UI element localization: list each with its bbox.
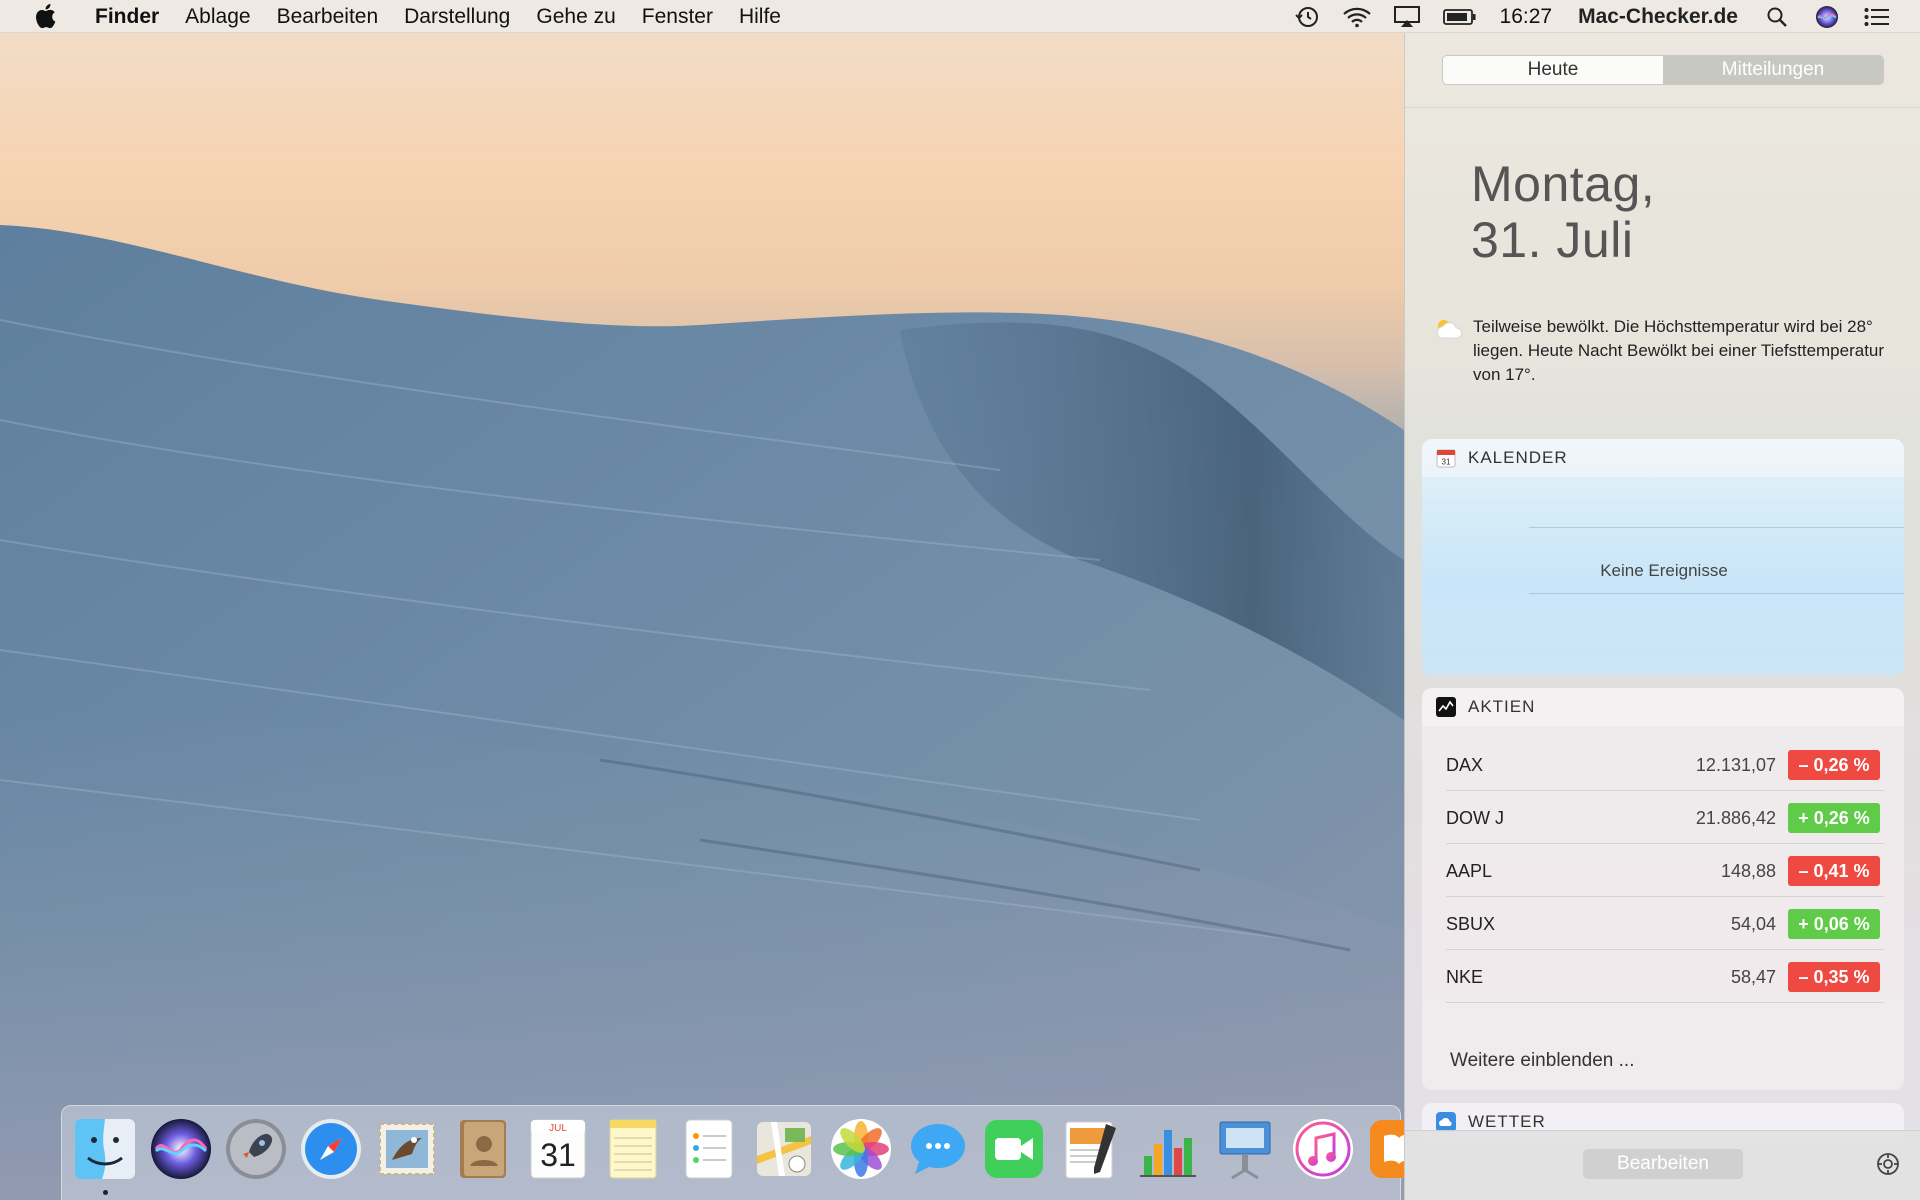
- stock-symbol: SBUX: [1446, 914, 1496, 934]
- siri-icon[interactable]: [148, 1116, 214, 1182]
- calendar-divider: [1529, 527, 1904, 528]
- contacts-icon[interactable]: [450, 1116, 516, 1182]
- stocks-list: DAX 12.131,07 – 0,26 % DOW J 21.886,42 +…: [1422, 726, 1904, 1003]
- stock-row[interactable]: SBUX 54,04 + 0,06 %: [1446, 897, 1884, 950]
- stocks-widget-title: AKTIEN: [1468, 697, 1536, 716]
- stock-symbol: AAPL: [1446, 861, 1493, 881]
- edit-button[interactable]: Bearbeiten: [1583, 1149, 1743, 1179]
- calendar-widget-title: KALENDER: [1468, 448, 1568, 467]
- menu-fenster[interactable]: Fenster: [629, 0, 726, 33]
- stock-row[interactable]: DOW J 21.886,42 + 0,26 %: [1446, 791, 1884, 844]
- menu-account-name[interactable]: Mac-Checker.de: [1578, 5, 1738, 29]
- tab-mitteilungen[interactable]: Mitteilungen: [1663, 56, 1883, 84]
- battery-icon[interactable]: [1442, 4, 1478, 30]
- messages-icon[interactable]: [905, 1116, 971, 1182]
- stock-change-badge[interactable]: – 0,26 %: [1788, 750, 1880, 780]
- spotlight-icon[interactable]: [1762, 4, 1792, 30]
- stock-price: 148,88: [1720, 861, 1776, 881]
- stock-change-badge[interactable]: + 0,06 %: [1788, 909, 1880, 939]
- calendar-month-label: JUL: [549, 1123, 567, 1134]
- date-weekday: Montag,: [1471, 156, 1656, 212]
- stock-change-badge[interactable]: + 0,26 %: [1788, 803, 1880, 833]
- menu-gehe-zu[interactable]: Gehe zu: [523, 0, 628, 33]
- stock-change-badge[interactable]: – 0,41 %: [1788, 856, 1880, 886]
- notes-icon[interactable]: [600, 1116, 666, 1182]
- stock-price: 54,04: [1730, 914, 1776, 934]
- launchpad-icon[interactable]: [223, 1116, 289, 1182]
- stock-row[interactable]: DAX 12.131,07 – 0,26 %: [1446, 738, 1884, 791]
- menu-app-name[interactable]: Finder: [82, 0, 172, 33]
- photos-icon[interactable]: [828, 1116, 894, 1182]
- stock-row[interactable]: AAPL 148,88 – 0,41 %: [1446, 844, 1884, 897]
- stock-row[interactable]: NKE 58,47 – 0,35 %: [1446, 950, 1884, 1003]
- menu-bearbeiten[interactable]: Bearbeiten: [264, 0, 392, 33]
- time-machine-icon[interactable]: [1292, 4, 1322, 30]
- siri-icon[interactable]: [1812, 4, 1842, 30]
- stock-price: 21.886,42: [1695, 808, 1776, 828]
- stock-price: 58,47: [1730, 967, 1776, 987]
- pages-icon[interactable]: [1058, 1116, 1124, 1182]
- menu-clock[interactable]: 16:27: [1500, 5, 1553, 29]
- stock-symbol: DOW J: [1446, 808, 1504, 828]
- keynote-icon[interactable]: [1212, 1116, 1278, 1182]
- header-divider: [1405, 107, 1920, 108]
- calendar-widget-body: Keine Ereignisse: [1422, 477, 1904, 675]
- tab-heute[interactable]: Heute: [1443, 56, 1663, 84]
- weather-summary: Teilweise bewölkt. Die Höchsttemperatur …: [1473, 317, 1885, 384]
- facetime-icon[interactable]: [981, 1116, 1047, 1182]
- notification-center-icon[interactable]: [1862, 4, 1892, 30]
- menu-ablage[interactable]: Ablage: [172, 0, 263, 33]
- wifi-icon[interactable]: [1342, 4, 1372, 30]
- mail-icon[interactable]: [374, 1116, 440, 1182]
- stock-price: 12.131,07: [1695, 755, 1776, 775]
- menu-darstellung[interactable]: Darstellung: [391, 0, 523, 33]
- today-notifications-segmented-control: Heute Mitteilungen: [1442, 55, 1884, 85]
- notification-center-footer: Bearbeiten: [1405, 1130, 1920, 1200]
- calendar-divider: [1529, 593, 1904, 594]
- date-day-month: 31. Juli: [1471, 212, 1634, 268]
- calendar-empty-text: Keine Ereignisse: [1600, 561, 1728, 580]
- airplay-icon[interactable]: [1392, 4, 1422, 30]
- svg-text:31: 31: [1442, 458, 1451, 467]
- weather-widget-title: WETTER: [1468, 1112, 1546, 1131]
- weather-app-icon: [1436, 1112, 1456, 1132]
- apple-logo-icon[interactable]: [28, 3, 62, 29]
- stocks-icon: [1436, 697, 1456, 717]
- calendar-icon: 31: [1436, 448, 1456, 468]
- settings-gear-icon[interactable]: [1875, 1151, 1901, 1177]
- menu-hilfe[interactable]: Hilfe: [726, 0, 794, 33]
- calendar-icon[interactable]: JUL 31: [525, 1116, 591, 1182]
- stocks-widget-header[interactable]: AKTIEN: [1422, 688, 1904, 726]
- stock-symbol: NKE: [1446, 967, 1484, 987]
- ibooks-icon[interactable]: [1366, 1116, 1404, 1182]
- partly-cloudy-icon: [1433, 316, 1465, 342]
- numbers-icon[interactable]: [1134, 1116, 1200, 1182]
- notification-center-panel: Heute Mitteilungen Montag, 31. Juli Teil…: [1404, 33, 1920, 1200]
- finder-running-indicator: [103, 1190, 108, 1195]
- calendar-day-label: 31: [540, 1137, 576, 1173]
- menu-bar: Finder Ablage Bearbeiten Darstellung Geh…: [0, 0, 1920, 33]
- safari-icon[interactable]: [298, 1116, 364, 1182]
- stock-symbol: DAX: [1446, 755, 1484, 775]
- show-more-link[interactable]: Weitere einblenden ...: [1450, 1050, 1635, 1072]
- stock-change-badge[interactable]: – 0,35 %: [1788, 962, 1880, 992]
- calendar-widget-header[interactable]: 31 KALENDER: [1422, 439, 1904, 477]
- finder-icon[interactable]: [72, 1116, 138, 1182]
- calendar-widget: 31 KALENDER Keine Ereignisse: [1422, 439, 1904, 675]
- stocks-widget: AKTIEN DAX 12.131,07 – 0,26 % DOW J 21.8…: [1422, 688, 1904, 1090]
- maps-icon[interactable]: [751, 1116, 817, 1182]
- reminders-icon[interactable]: [676, 1116, 742, 1182]
- itunes-icon[interactable]: [1290, 1116, 1356, 1182]
